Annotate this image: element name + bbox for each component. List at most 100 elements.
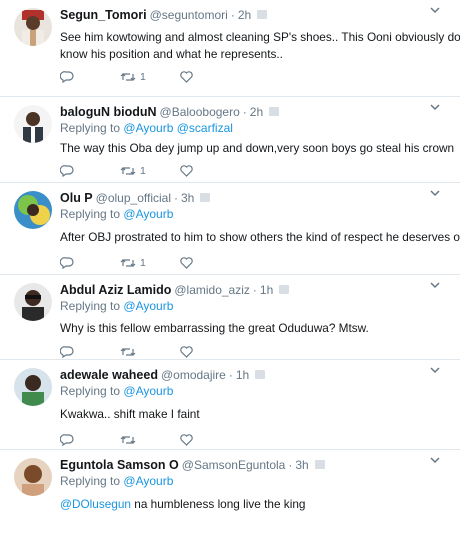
like-button[interactable] — [180, 257, 240, 269]
avatar[interactable] — [14, 368, 52, 406]
like-button[interactable] — [180, 346, 240, 358]
chevron-down-icon[interactable] — [430, 367, 440, 374]
retweet-icon — [120, 259, 136, 267]
mention-link[interactable]: @Ayourb — [123, 384, 173, 398]
tweet-text-continued: know his position and what he represents… — [60, 47, 283, 61]
reply-button[interactable] — [60, 257, 120, 269]
mention-link[interactable]: @Ayourb — [123, 207, 173, 221]
retweet-button[interactable]: 1 — [120, 257, 180, 269]
replying-to: Replying to @Ayourb — [60, 474, 448, 490]
reply-button[interactable] — [60, 434, 120, 446]
reply-button[interactable] — [60, 71, 120, 83]
timestamp[interactable]: 1h — [260, 283, 273, 297]
replying-to-label: Replying to — [60, 207, 121, 221]
replying-to: Replying to @Ayourb — [60, 299, 448, 315]
badge-icon — [257, 10, 268, 19]
display-name[interactable]: baloguN bioduN — [60, 105, 157, 119]
avatar[interactable] — [14, 105, 52, 143]
like-button[interactable] — [180, 71, 240, 83]
chevron-down-icon[interactable] — [430, 457, 440, 464]
display-name[interactable]: Segun_Tomori — [60, 8, 147, 22]
tweet-text: Why is this fellow embarrassing the grea… — [60, 321, 369, 335]
tweet[interactable]: Olu P @olup_official · 3h Replying to @A… — [0, 183, 460, 275]
tweet-text-body: na humbleness long live the king — [131, 497, 306, 511]
reply-icon — [60, 434, 74, 446]
separator-dot: · — [252, 282, 257, 297]
tweet[interactable]: Eguntola Samson O @SamsonEguntola · 3h R… — [0, 450, 460, 542]
timestamp[interactable]: 2h — [250, 105, 263, 119]
retweet-button[interactable]: 1 — [120, 165, 180, 177]
replying-to-label: Replying to — [60, 299, 121, 313]
badge-icon — [269, 107, 280, 116]
retweet-icon — [120, 436, 136, 444]
reply-icon — [60, 257, 74, 269]
reply-button[interactable] — [60, 165, 120, 177]
badge-icon — [314, 460, 325, 469]
timestamp[interactable]: 3h — [181, 191, 194, 205]
timestamp[interactable]: 1h — [236, 368, 249, 382]
retweet-icon — [120, 348, 136, 356]
tweet[interactable]: Segun_Tomori @seguntomori · 2h See him k… — [0, 0, 460, 97]
user-handle[interactable]: @seguntomori — [150, 8, 228, 22]
user-handle[interactable]: @SamsonEguntola — [182, 458, 286, 472]
user-handle[interactable]: @Baloobogero — [160, 105, 240, 119]
display-name[interactable]: adewale waheed — [60, 368, 158, 382]
mention-link[interactable]: @scarfizal — [177, 121, 233, 135]
retweet-count: 1 — [140, 71, 146, 83]
separator-dot: · — [228, 367, 233, 382]
display-name[interactable]: Abdul Aziz Lamido — [60, 283, 171, 297]
avatar[interactable] — [14, 191, 52, 229]
retweet-icon — [120, 73, 136, 81]
user-handle[interactable]: @omodajire — [161, 368, 226, 382]
tweet-actions: 1 — [60, 252, 448, 274]
like-button[interactable] — [180, 165, 240, 177]
tweet[interactable]: baloguN bioduN @Baloobogero · 2h Replyin… — [0, 97, 460, 183]
chevron-down-icon[interactable] — [430, 104, 440, 111]
separator-dot: · — [242, 104, 247, 119]
badge-icon — [279, 285, 290, 294]
replying-to: Replying to @Ayourb — [60, 207, 448, 223]
replying-to: Replying to @Ayourb — [60, 384, 448, 400]
separator-dot: · — [230, 7, 235, 22]
tweet-text: After OBJ prostrated to him to show othe… — [60, 230, 460, 244]
separator-dot: · — [174, 190, 178, 205]
mention-link[interactable]: @Ayourb — [123, 299, 173, 313]
display-name[interactable]: Olu P — [60, 191, 93, 205]
avatar[interactable] — [14, 458, 52, 496]
heart-icon — [180, 71, 193, 83]
retweet-count: 1 — [140, 165, 146, 177]
tweet-actions: 1 — [60, 160, 448, 182]
timestamp[interactable]: 3h — [295, 458, 308, 472]
reply-icon — [60, 165, 74, 177]
tweet-text: The way this Oba dey jump up and down,ve… — [60, 141, 455, 155]
chevron-down-icon[interactable] — [430, 7, 440, 14]
user-handle[interactable]: @lamido_aziz — [174, 283, 250, 297]
user-handle[interactable]: @olup_official — [96, 191, 171, 205]
tweet-text: Kwakwa.. shift make I faint — [60, 407, 200, 421]
retweet-count: 1 — [140, 257, 146, 269]
retweet-icon — [120, 167, 136, 175]
chevron-down-icon[interactable] — [430, 190, 440, 197]
tweet-text: @DOlusegun na humbleness long live the k… — [60, 496, 448, 512]
like-button[interactable] — [180, 434, 240, 446]
replying-to-label: Replying to — [60, 384, 121, 398]
timestamp[interactable]: 2h — [238, 8, 251, 22]
avatar[interactable] — [14, 8, 52, 46]
tweet-text: See him kowtowing and almost cleaning SP… — [60, 30, 460, 44]
retweet-button[interactable] — [120, 434, 180, 446]
retweet-button[interactable] — [120, 346, 180, 358]
tweet[interactable]: Abdul Aziz Lamido @lamido_aziz · 1h Repl… — [0, 275, 460, 360]
replying-to-label: Replying to — [60, 474, 121, 488]
avatar[interactable] — [14, 283, 52, 321]
display-name[interactable]: Eguntola Samson O — [60, 458, 179, 472]
heart-icon — [180, 346, 193, 358]
tweet-actions — [60, 429, 448, 451]
tweet-actions: 1 — [60, 66, 448, 88]
mention-link[interactable]: @Ayourb — [123, 474, 173, 488]
mention-link[interactable]: @DOlusegun — [60, 497, 131, 511]
tweet[interactable]: adewale waheed @omodajire · 1h Replying … — [0, 360, 460, 450]
retweet-button[interactable]: 1 — [120, 71, 180, 83]
chevron-down-icon[interactable] — [430, 282, 440, 289]
mention-link[interactable]: @Ayourb — [123, 121, 173, 135]
reply-button[interactable] — [60, 346, 120, 358]
